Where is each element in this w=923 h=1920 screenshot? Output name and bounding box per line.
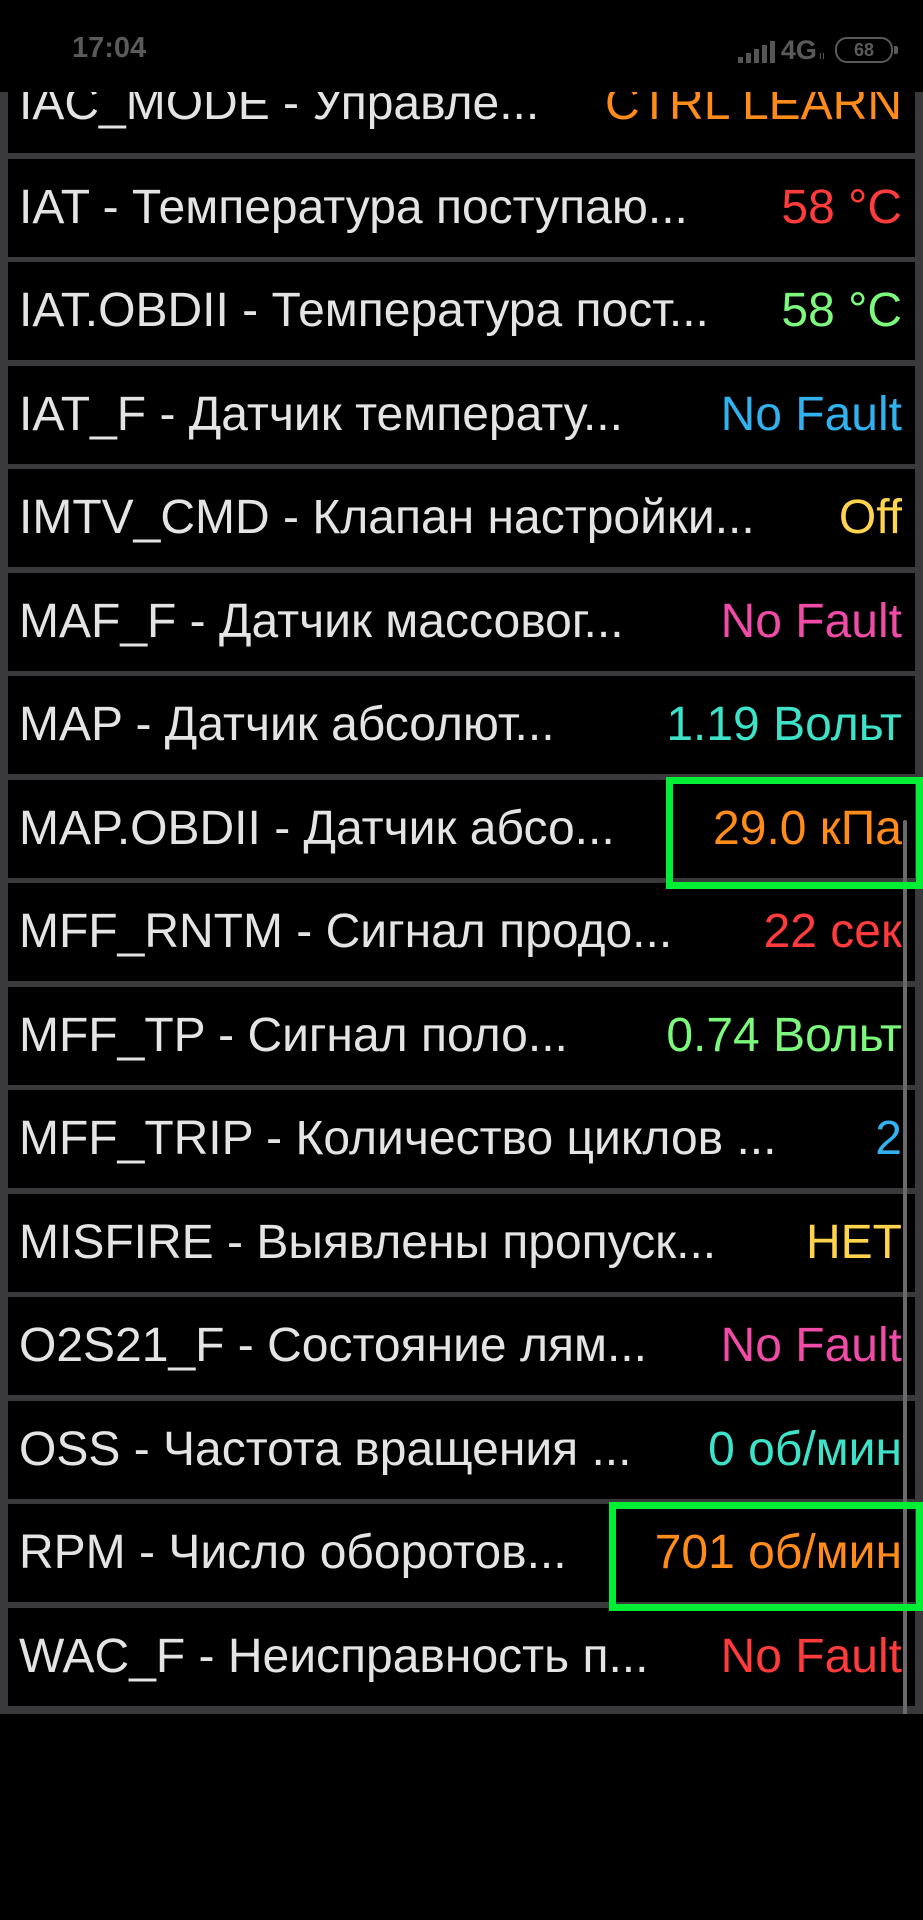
- parameter-value: НЕТ: [806, 1215, 902, 1269]
- parameter-value: No Fault: [720, 594, 902, 648]
- parameter-row[interactable]: MFF_TRIP - Количество циклов ... 2: [8, 1090, 915, 1188]
- parameter-row[interactable]: IAT - Температура поступаю... 58 °C: [8, 158, 915, 257]
- parameter-value: 22 сек: [763, 905, 902, 958]
- parameter-value: No Fault: [720, 1319, 902, 1372]
- parameter-value: No Fault: [720, 387, 902, 441]
- parameter-label: RPM - Число оборотов...: [19, 1526, 567, 1579]
- parameter-value: 29.0 кПа: [713, 801, 902, 855]
- parameter-label: MAF_F - Датчик массовог...: [19, 594, 624, 648]
- parameter-row[interactable]: MAF_F - Датчик массовог... No Fault: [8, 572, 915, 671]
- parameter-row[interactable]: WAC_F - Неисправность п... No Fault: [8, 1607, 915, 1706]
- parameter-label: MFF_TP - Сигнал поло...: [19, 1008, 568, 1062]
- scrollbar[interactable]: [903, 820, 907, 1714]
- parameter-value: 58 °C: [781, 180, 902, 234]
- network-activity: ıı: [818, 50, 825, 62]
- battery-icon: 68: [835, 37, 898, 63]
- parameter-row[interactable]: IAC_MODE - Управле... CTRL LEARN: [8, 92, 915, 153]
- parameter-row[interactable]: IMTV_CMD - Клапан настройки... Off: [8, 469, 915, 567]
- battery-level: 68: [853, 40, 875, 60]
- parameter-label: IAT - Температура поступаю...: [19, 180, 688, 234]
- parameter-label: MFF_TRIP - Количество циклов ...: [19, 1112, 777, 1165]
- parameter-row[interactable]: OSS - Частота вращения ... 0 об/мин: [8, 1400, 915, 1499]
- parameter-value: 0.74 Вольт: [666, 1008, 902, 1062]
- parameter-label: O2S21_F - Состояние лям...: [19, 1319, 647, 1372]
- parameter-row[interactable]: MISFIRE - Выявлены пропуск... НЕТ: [8, 1193, 915, 1292]
- parameter-row[interactable]: MFF_TP - Сигнал поло... 0.74 Вольт: [8, 986, 915, 1085]
- parameter-label: IMTV_CMD - Клапан настройки...: [19, 491, 755, 544]
- parameter-value: 2: [875, 1112, 902, 1165]
- parameter-label: IAC_MODE - Управле...: [19, 92, 540, 130]
- parameter-label: MAP.OBDII - Датчик абсо...: [19, 801, 615, 855]
- parameter-value: CTRL LEARN: [605, 92, 902, 130]
- parameter-label: MAP - Датчик абсолют...: [19, 698, 555, 751]
- parameter-row[interactable]: IAT_F - Датчик температу... No Fault: [8, 365, 915, 464]
- parameter-value: No Fault: [720, 1629, 902, 1683]
- parameter-row[interactable]: MFF_RNTM - Сигнал продо... 22 сек: [8, 883, 915, 981]
- status-bar: 17:04 4G ıı 68: [0, 0, 923, 92]
- parameter-list[interactable]: IAC_MODE - Управле... CTRL LEARN IAT - Тем…: [0, 92, 923, 1714]
- parameter-value: 58 °C: [781, 284, 902, 337]
- parameter-value: 1.19 Вольт: [666, 698, 902, 751]
- parameter-label: IAT.OBDII - Температура пост...: [19, 284, 709, 337]
- signal-icon: [737, 37, 775, 63]
- parameter-row[interactable]: RPM - Число оборотов... 701 об/мин: [8, 1504, 915, 1602]
- status-icons: 4G ıı 68: [737, 32, 898, 68]
- parameter-value: 701 об/мин: [654, 1526, 902, 1579]
- parameter-row[interactable]: O2S21_F - Состояние лям... No Fault: [8, 1297, 915, 1395]
- parameter-label: IAT_F - Датчик температу...: [19, 387, 623, 441]
- parameter-row[interactable]: MAP.OBDII - Датчик абсо... 29.0 кПа: [8, 779, 915, 878]
- parameter-label: WAC_F - Неисправность п...: [19, 1629, 649, 1683]
- parameter-label: MFF_RNTM - Сигнал продо...: [19, 905, 673, 958]
- parameter-value: 0 об/мин: [708, 1422, 902, 1476]
- network-type: 4G: [780, 34, 817, 65]
- parameter-value: Off: [838, 491, 902, 544]
- status-time: 17:04: [72, 32, 147, 64]
- parameter-row[interactable]: MAP - Датчик абсолют... 1.19 Вольт: [8, 676, 915, 774]
- parameter-label: MISFIRE - Выявлены пропуск...: [19, 1215, 717, 1269]
- parameter-row[interactable]: IAT.OBDII - Температура пост... 58 °C: [8, 262, 915, 360]
- parameter-label: OSS - Частота вращения ...: [19, 1422, 632, 1476]
